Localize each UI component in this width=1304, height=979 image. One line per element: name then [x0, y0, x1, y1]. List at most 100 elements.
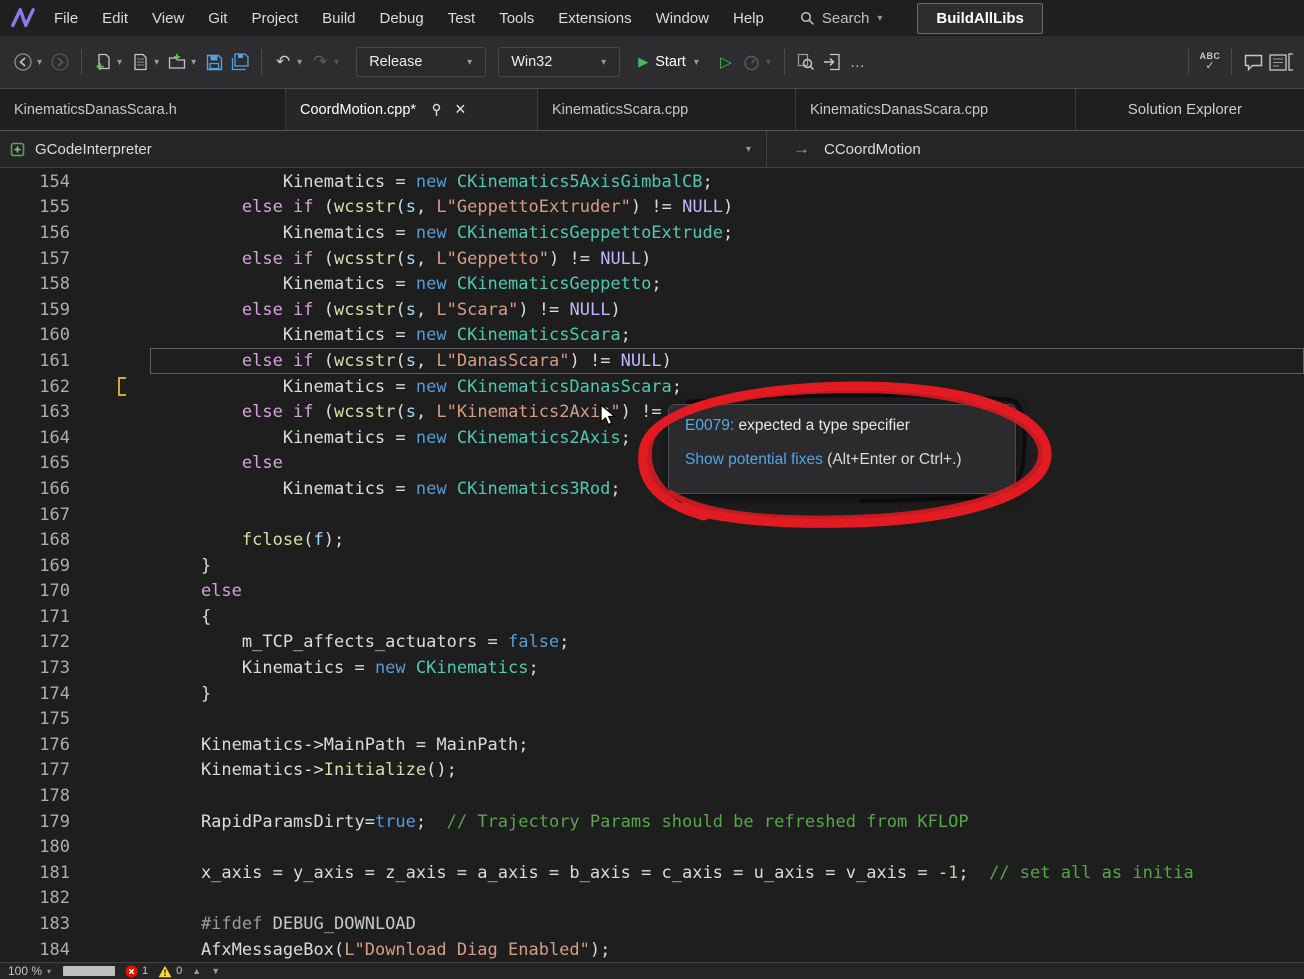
solution-explorer-tab[interactable]: Solution Explorer — [1128, 89, 1304, 130]
line-number[interactable]: 176 — [0, 735, 70, 755]
line-number[interactable]: 165 — [0, 453, 70, 473]
code-line[interactable]: 170else — [0, 579, 1304, 605]
menu-item-extensions[interactable]: Extensions — [546, 0, 643, 36]
code-line[interactable]: 166Kinematics = new CKinematics3Rod; — [0, 476, 1304, 502]
line-number[interactable]: 156 — [0, 223, 70, 243]
code-line[interactable]: 164Kinematics = new CKinematics2Axis; — [0, 425, 1304, 451]
line-number[interactable]: 178 — [0, 786, 70, 806]
code-line[interactable]: 179RapidParamsDirty=true; // Trajectory … — [0, 809, 1304, 835]
line-number[interactable]: 184 — [0, 940, 70, 960]
code-line[interactable]: 174} — [0, 681, 1304, 707]
menu-item-window[interactable]: Window — [644, 0, 721, 36]
search-control[interactable]: Search ▾ — [800, 10, 888, 27]
navigate-back-dropdown[interactable]: ▾ — [37, 57, 42, 68]
add-item-dropdown[interactable]: ▾ — [191, 57, 196, 68]
code-line[interactable]: 155else if (wcsstr(s, L"GeppettoExtruder… — [0, 195, 1304, 221]
code-line[interactable]: 175 — [0, 706, 1304, 732]
tab-coordmotioncpp[interactable]: CoordMotion.cpp*× — [286, 89, 538, 130]
redo-dropdown[interactable]: ▾ — [334, 57, 339, 68]
horizontal-scrollbar-thumb[interactable] — [63, 966, 115, 976]
code-editor[interactable]: 154Kinematics = new CKinematics5AxisGimb… — [0, 169, 1304, 962]
close-icon[interactable]: × — [455, 99, 466, 120]
line-number[interactable]: 179 — [0, 812, 70, 832]
line-number[interactable]: 171 — [0, 607, 70, 627]
tab-kinematicsdanasscarah[interactable]: KinematicsDanasScara.h — [0, 89, 286, 130]
code-line[interactable]: 159else if (wcsstr(s, L"Scara") != NULL) — [0, 297, 1304, 323]
scope-dropdown[interactable]: GCodeInterpreter ▾ — [0, 131, 767, 167]
code-line[interactable]: 184AfxMessageBox(L"Download Diag Enabled… — [0, 937, 1304, 962]
navigate-to-button[interactable] — [820, 47, 844, 77]
line-number[interactable]: 164 — [0, 428, 70, 448]
line-number[interactable]: 154 — [0, 172, 70, 192]
code-line[interactable]: 171{ — [0, 604, 1304, 630]
warning-count-indicator[interactable] — [158, 965, 172, 978]
line-number[interactable]: 168 — [0, 530, 70, 550]
tab-kinematicsdanasscaracpp[interactable]: KinematicsDanasScara.cpp — [796, 89, 1076, 130]
code-line[interactable]: 163else if (wcsstr(s, L"Kinematics2Axis"… — [0, 399, 1304, 425]
add-item-button[interactable] — [165, 47, 189, 77]
open-file-dropdown[interactable]: ▾ — [154, 57, 159, 68]
line-number[interactable]: 177 — [0, 760, 70, 780]
type-dropdown[interactable]: → CCoordMotion — [767, 131, 947, 167]
line-number[interactable]: 159 — [0, 300, 70, 320]
line-number[interactable]: 181 — [0, 863, 70, 883]
code-line[interactable]: 168fclose(f); — [0, 527, 1304, 553]
code-line[interactable]: 177Kinematics->Initialize(); — [0, 758, 1304, 784]
save-button[interactable] — [202, 47, 226, 77]
menu-item-tools[interactable]: Tools — [487, 0, 546, 36]
code-line[interactable]: 178 — [0, 783, 1304, 809]
build-all-libs-button[interactable]: BuildAllLibs — [917, 3, 1043, 34]
line-number[interactable]: 175 — [0, 709, 70, 729]
start-without-debugging-button[interactable]: ▷ — [714, 47, 738, 77]
menu-item-debug[interactable]: Debug — [368, 0, 436, 36]
menu-item-file[interactable]: File — [42, 0, 90, 36]
code-line[interactable]: 172m_TCP_affects_actuators = false; — [0, 630, 1304, 656]
code-line[interactable]: 182 — [0, 886, 1304, 912]
previous-issue-button[interactable]: ▲ — [192, 966, 201, 976]
new-file-dropdown[interactable]: ▾ — [117, 57, 122, 68]
line-number[interactable]: 155 — [0, 197, 70, 217]
menu-item-edit[interactable]: Edit — [90, 0, 140, 36]
tab-kinematicsscaracpp[interactable]: KinematicsScara.cpp — [538, 89, 796, 130]
code-line[interactable]: 160Kinematics = new CKinematicsScara; — [0, 323, 1304, 349]
line-number[interactable]: 163 — [0, 402, 70, 422]
line-number[interactable]: 182 — [0, 888, 70, 908]
navigate-back-button[interactable] — [11, 47, 35, 77]
code-line[interactable]: 154Kinematics = new CKinematics5AxisGimb… — [0, 169, 1304, 195]
line-number[interactable]: 170 — [0, 581, 70, 601]
line-number[interactable]: 173 — [0, 658, 70, 678]
profiler-button[interactable] — [740, 47, 764, 77]
code-line[interactable]: 173Kinematics = new CKinematics; — [0, 655, 1304, 681]
profiler-dropdown[interactable]: ▾ — [766, 57, 771, 68]
menu-item-test[interactable]: Test — [436, 0, 488, 36]
line-number[interactable]: 161 — [0, 351, 70, 371]
line-number[interactable]: 157 — [0, 249, 70, 269]
code-line[interactable]: 181x_axis = y_axis = z_axis = a_axis = b… — [0, 860, 1304, 886]
code-line[interactable]: 176Kinematics->MainPath = MainPath; — [0, 732, 1304, 758]
code-line[interactable]: 157else if (wcsstr(s, L"Geppetto") != NU… — [0, 246, 1304, 272]
spell-check-button[interactable]: ABC ✓ — [1198, 47, 1222, 77]
open-file-button[interactable] — [128, 47, 152, 77]
pin-icon[interactable] — [430, 103, 443, 117]
menu-item-view[interactable]: View — [140, 0, 196, 36]
start-debugging-button[interactable]: ▶ Start ▾ — [638, 54, 704, 70]
solution-platform-dropdown[interactable]: Win32 ▾ — [498, 47, 620, 77]
code-line[interactable]: 180 — [0, 834, 1304, 860]
save-all-button[interactable] — [228, 47, 252, 77]
line-number[interactable]: 167 — [0, 505, 70, 525]
code-line[interactable]: 162Kinematics = new CKinematicsDanasScar… — [0, 374, 1304, 400]
show-potential-fixes-link[interactable]: Show potential fixes — [685, 451, 823, 468]
line-number[interactable]: 162 — [0, 377, 70, 397]
toolbar-overflow-button[interactable]: … — [846, 47, 870, 77]
menu-item-project[interactable]: Project — [239, 0, 310, 36]
line-number[interactable]: 158 — [0, 274, 70, 294]
redo-button[interactable]: ↷ — [308, 47, 332, 77]
menu-item-build[interactable]: Build — [310, 0, 367, 36]
code-line[interactable]: 158Kinematics = new CKinematicsGeppetto; — [0, 271, 1304, 297]
line-number[interactable]: 172 — [0, 632, 70, 652]
line-number[interactable]: 166 — [0, 479, 70, 499]
code-line[interactable]: 167 — [0, 502, 1304, 528]
line-number[interactable]: 180 — [0, 837, 70, 857]
comments-button[interactable] — [1241, 47, 1265, 77]
menu-item-help[interactable]: Help — [721, 0, 776, 36]
